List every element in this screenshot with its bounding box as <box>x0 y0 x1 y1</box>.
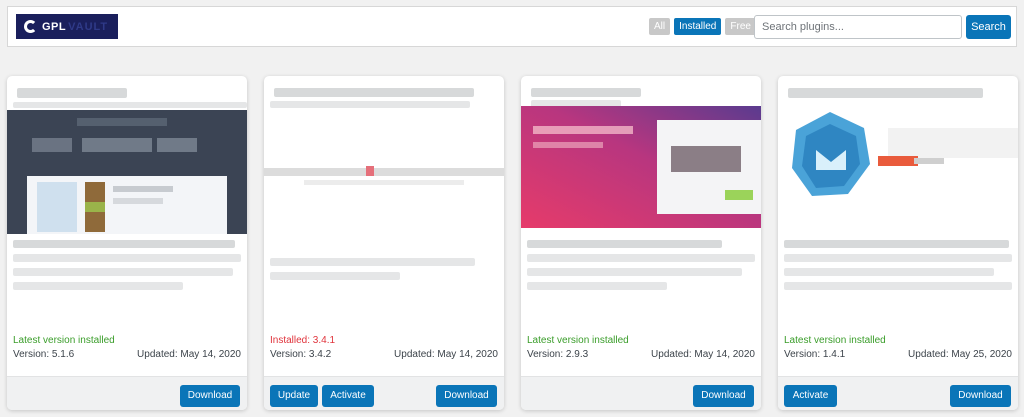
plugin-thumbnail <box>521 106 761 228</box>
download-button[interactable]: Download <box>950 385 1011 407</box>
top-bar: GPL VAULT All Installed Free Search <box>7 6 1017 47</box>
logo-icon <box>24 20 37 33</box>
search-input[interactable] <box>754 15 962 39</box>
plugin-card: Latest version installed Version: 5.1.6 … <box>7 76 247 410</box>
card-footer: Update Activate Download <box>264 376 504 410</box>
plugin-description-blurred <box>527 240 757 310</box>
plugin-updated: Updated: May 14, 2020 <box>137 349 241 360</box>
activate-button[interactable]: Activate <box>322 385 374 407</box>
site-logo[interactable]: GPL VAULT <box>16 14 118 39</box>
update-button[interactable]: Update <box>270 385 318 407</box>
download-button[interactable]: Download <box>436 385 497 407</box>
install-status: Latest version installed <box>13 335 115 346</box>
plugin-meta: Installed: 3.4.1 Version: 3.4.2 Updated:… <box>270 334 498 362</box>
filter-free[interactable]: Free <box>725 18 756 35</box>
logo-suffix: VAULT <box>68 20 109 33</box>
plugin-description-blurred <box>270 240 500 310</box>
card-footer: Activate Download <box>778 376 1018 410</box>
card-footer: Download <box>7 376 247 410</box>
install-status: Latest version installed <box>527 335 629 346</box>
plugin-card: Installed: 3.4.1 Version: 3.4.2 Updated:… <box>264 76 504 410</box>
plugin-title-blurred <box>270 84 498 110</box>
filter-all[interactable]: All <box>649 18 671 35</box>
plugin-thumbnail <box>7 110 247 234</box>
plugin-description-blurred <box>784 240 1014 310</box>
logo-text: GPL <box>42 20 67 33</box>
plugin-card: Latest version installed Version: 2.9.3 … <box>521 76 761 410</box>
plugin-version: Version: 3.4.2 <box>270 349 332 360</box>
download-button[interactable]: Download <box>693 385 754 407</box>
plugin-version: Version: 1.4.1 <box>784 349 846 360</box>
plugin-meta: Latest version installed Version: 2.9.3 … <box>527 334 755 362</box>
install-status: Latest version installed <box>784 335 886 346</box>
download-button[interactable]: Download <box>180 385 240 407</box>
install-status: Installed: 3.4.1 <box>270 335 336 346</box>
plugin-title-blurred <box>13 84 247 110</box>
plugin-meta: Latest version installed Version: 1.4.1 … <box>784 334 1012 362</box>
plugin-version: Version: 2.9.3 <box>527 349 589 360</box>
plugin-updated: Updated: May 14, 2020 <box>394 349 498 360</box>
plugin-meta: Latest version installed Version: 5.1.6 … <box>13 334 241 362</box>
plugin-updated: Updated: May 25, 2020 <box>908 349 1012 360</box>
card-footer: Download <box>521 376 761 410</box>
plugin-description-blurred <box>13 240 243 310</box>
plugin-thumbnail <box>264 110 504 234</box>
filter-group: All Installed Free <box>649 18 756 35</box>
plugin-thumbnail <box>778 102 1018 228</box>
plugin-version: Version: 5.1.6 <box>13 349 75 360</box>
activate-button[interactable]: Activate <box>784 385 837 407</box>
plugin-card: Latest version installed Version: 1.4.1 … <box>778 76 1018 410</box>
filter-installed[interactable]: Installed <box>674 18 722 35</box>
plugin-updated: Updated: May 14, 2020 <box>651 349 755 360</box>
search-button[interactable]: Search <box>966 15 1011 39</box>
